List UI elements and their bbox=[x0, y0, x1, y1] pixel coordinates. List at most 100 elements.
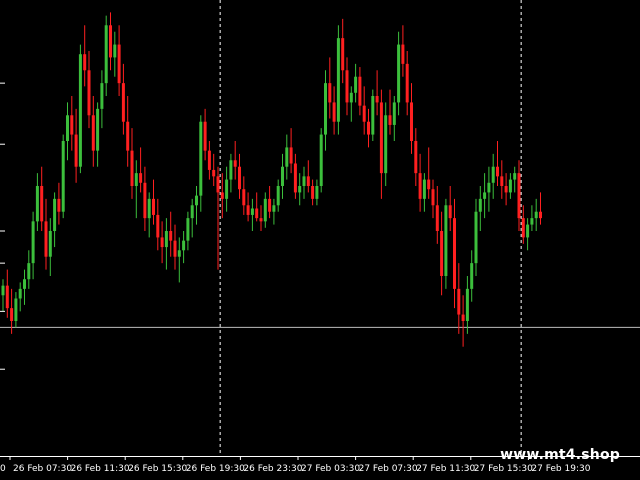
bear-candle bbox=[375, 70, 379, 116]
bear-candle bbox=[345, 57, 349, 116]
candle-body bbox=[57, 198, 61, 212]
candle-body bbox=[474, 211, 478, 264]
bull-candle bbox=[285, 134, 289, 180]
bear-candle bbox=[457, 263, 461, 334]
candle-body bbox=[5, 285, 9, 309]
candle-body bbox=[397, 44, 401, 103]
watermark: www.mt4.shop bbox=[500, 447, 620, 463]
candle-body bbox=[315, 186, 319, 199]
candle-body bbox=[285, 147, 289, 167]
candle-body bbox=[362, 105, 366, 122]
candle-body bbox=[504, 186, 508, 193]
candle-body bbox=[96, 108, 100, 151]
bull-candle bbox=[195, 186, 198, 225]
candle-body bbox=[311, 186, 315, 199]
candle-body bbox=[358, 76, 362, 106]
candle-body bbox=[152, 198, 155, 215]
bull-candle bbox=[526, 218, 530, 251]
bull-candle bbox=[530, 205, 534, 231]
candle-body bbox=[453, 218, 456, 289]
bull-candle bbox=[199, 115, 203, 212]
candle-body bbox=[126, 121, 130, 151]
candle-body bbox=[109, 25, 112, 58]
bear-candle bbox=[418, 153, 422, 212]
candle-body bbox=[27, 263, 31, 280]
candle-body bbox=[255, 208, 259, 219]
candle-body bbox=[61, 141, 65, 212]
bull-candle bbox=[487, 166, 491, 212]
bull-candle bbox=[478, 186, 482, 231]
bull-candle bbox=[182, 231, 186, 264]
bull-candle bbox=[422, 173, 426, 212]
candle-body bbox=[83, 54, 87, 71]
bear-candle bbox=[268, 186, 272, 219]
candle-body bbox=[156, 214, 160, 238]
candle-body bbox=[336, 38, 340, 122]
candle-body bbox=[203, 121, 207, 151]
candle-body bbox=[371, 96, 375, 135]
bear-candle bbox=[139, 147, 143, 193]
y-axis-ticks bbox=[0, 82, 5, 370]
candle-body bbox=[238, 166, 241, 190]
candle-body bbox=[134, 173, 138, 186]
bull-candle bbox=[483, 173, 487, 219]
candle-body bbox=[289, 147, 293, 164]
candle-body bbox=[405, 63, 409, 103]
candle-body bbox=[513, 173, 517, 180]
bear-candle bbox=[341, 18, 345, 84]
bear-candle bbox=[83, 25, 87, 87]
candle-body bbox=[422, 179, 426, 199]
candle-body bbox=[40, 186, 44, 222]
bull-candle bbox=[225, 166, 229, 212]
bull-candle bbox=[190, 198, 194, 238]
bear-candle bbox=[289, 128, 293, 174]
candle-body bbox=[18, 288, 22, 299]
bull-candle bbox=[53, 192, 57, 248]
candle-body bbox=[470, 263, 474, 289]
bull-candle bbox=[31, 211, 35, 280]
bull-candle bbox=[23, 269, 26, 305]
bear-candle bbox=[453, 198, 456, 309]
candle-body bbox=[435, 205, 439, 231]
bull-candle bbox=[272, 198, 276, 225]
candle-body bbox=[233, 160, 237, 167]
candle-body bbox=[177, 250, 181, 257]
candle-body bbox=[31, 221, 35, 264]
bull-candle bbox=[66, 102, 69, 161]
bull-candle bbox=[349, 86, 353, 122]
bull-candle bbox=[263, 192, 267, 228]
bear-candle bbox=[44, 198, 48, 270]
candle-body bbox=[431, 189, 435, 206]
x-tick-label: 26 Feb 19:30 bbox=[186, 464, 245, 474]
bear-candle bbox=[358, 67, 362, 116]
candle-body bbox=[427, 179, 431, 190]
x-tick-label: 0 bbox=[0, 464, 6, 474]
candle-body bbox=[379, 102, 383, 174]
x-tick-label: 27 Feb 15:30 bbox=[474, 464, 533, 474]
bull-candle bbox=[302, 166, 306, 199]
candle-body bbox=[345, 70, 349, 103]
bear-candle bbox=[40, 166, 44, 231]
candle-body bbox=[23, 279, 26, 289]
bear-candle bbox=[461, 295, 465, 347]
bear-candle bbox=[431, 179, 435, 219]
x-tick-label: 27 Feb 11:30 bbox=[416, 464, 475, 474]
bear-candle bbox=[57, 182, 61, 225]
candle-body bbox=[44, 221, 48, 257]
bear-candle bbox=[539, 192, 542, 225]
bear-candle bbox=[379, 89, 383, 199]
candle-body bbox=[491, 166, 495, 183]
bull-candle bbox=[508, 173, 512, 199]
candle-body bbox=[160, 237, 164, 248]
bear-candle bbox=[410, 83, 413, 154]
candle-body bbox=[375, 96, 379, 103]
bull-candle bbox=[177, 237, 181, 283]
candle-body bbox=[220, 192, 224, 199]
candle-body bbox=[121, 83, 125, 122]
bear-candle bbox=[233, 141, 237, 180]
bear-candle bbox=[238, 153, 241, 199]
candle-body bbox=[526, 224, 530, 238]
candle-body bbox=[207, 150, 211, 170]
bull-candle bbox=[384, 102, 388, 186]
bull-candle bbox=[315, 179, 319, 206]
